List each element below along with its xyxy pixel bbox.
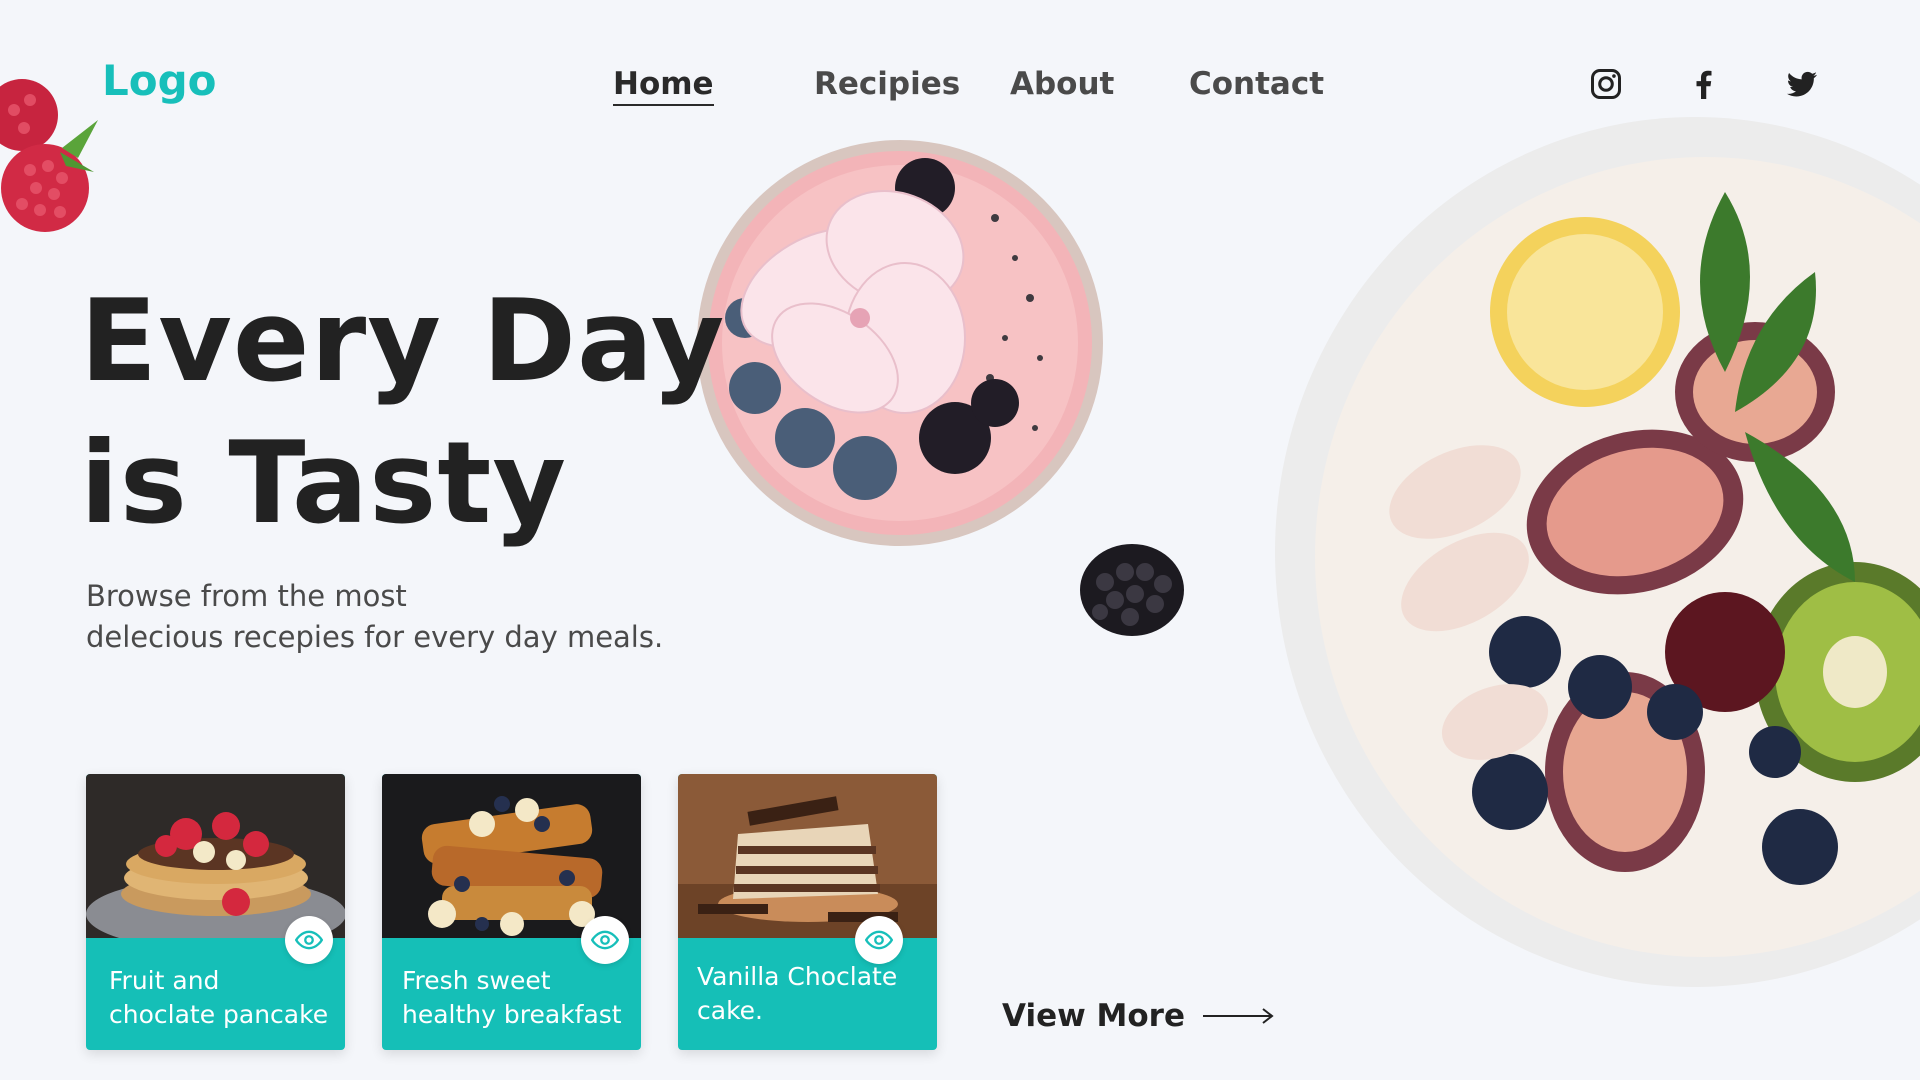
- view-recipe-button[interactable]: [285, 916, 333, 964]
- nav-contact[interactable]: Contact: [1189, 66, 1324, 102]
- pancake-photo: [86, 774, 345, 938]
- view-recipe-button[interactable]: [855, 916, 903, 964]
- smoothie-bowl-image: [697, 140, 1103, 546]
- arrow-right-icon: [1203, 1008, 1274, 1024]
- eye-icon: [865, 930, 893, 950]
- card-title-line-2: cake.: [697, 996, 763, 1025]
- nav-home[interactable]: Home: [613, 66, 714, 106]
- raspberries-image: [0, 79, 98, 232]
- eye-icon: [295, 930, 323, 950]
- hero-title: Every Day is Tasty: [80, 270, 725, 554]
- card-title: Fruit and choclate pancake: [109, 964, 337, 1032]
- card-title-line-2: choclate pancake: [109, 1000, 329, 1029]
- card-title-line-2: healthy breakfast: [402, 1000, 622, 1029]
- twitter-icon[interactable]: [1782, 64, 1822, 104]
- card-title-line-1: Fruit and: [109, 966, 220, 995]
- instagram-icon[interactable]: [1586, 64, 1626, 104]
- eye-icon: [591, 930, 619, 950]
- view-more-label: View More: [1002, 998, 1185, 1034]
- card-title-line-1: Fresh sweet: [402, 966, 551, 995]
- view-more-link[interactable]: View More: [1002, 998, 1275, 1034]
- logo[interactable]: Logo: [102, 56, 217, 105]
- card-title: Fresh sweet healthy breakfast: [402, 964, 630, 1032]
- recipe-card-cake[interactable]: Vanilla Choclate cake.: [678, 774, 937, 1050]
- hero-title-line-1: Every Day: [80, 275, 726, 407]
- cake-photo: [678, 774, 937, 938]
- facebook-icon[interactable]: [1684, 64, 1724, 104]
- recipe-card-breakfast[interactable]: Fresh sweet healthy breakfast: [382, 774, 641, 1050]
- hero-subtitle-line-1: Browse from the most: [86, 579, 407, 613]
- view-recipe-button[interactable]: [581, 916, 629, 964]
- hero-subtitle: Browse from the most delecious recepies …: [86, 576, 663, 658]
- hero-title-line-2: is Tasty: [80, 417, 568, 549]
- nav-recipies[interactable]: Recipies: [814, 66, 960, 102]
- recipe-card-pancake[interactable]: Fruit and choclate pancake: [86, 774, 345, 1050]
- nav-about[interactable]: About: [1010, 66, 1114, 102]
- blackberry-image: [1080, 544, 1184, 636]
- hero-subtitle-line-2: delecious recepies for every day meals.: [86, 620, 664, 654]
- card-title: Vanilla Choclate cake.: [697, 960, 925, 1028]
- fruit-bowl-image: [1275, 117, 1920, 987]
- card-title-line-1: Vanilla Choclate: [697, 962, 898, 991]
- french-toast-photo: [382, 774, 641, 938]
